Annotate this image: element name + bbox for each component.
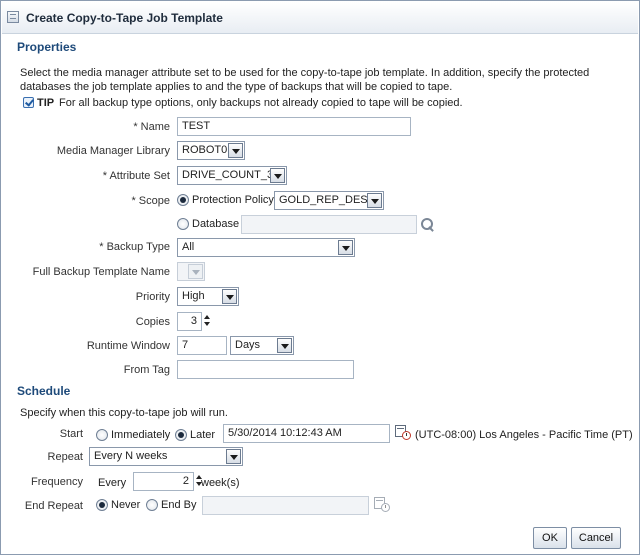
properties-description-line1: Select the media manager attribute set t… [20,67,590,79]
scope-protection-policy-radio[interactable] [177,194,189,206]
properties-description-line2: databases the job template applies to an… [20,81,453,93]
priority-label: Priority [135,291,170,303]
full-backup-template-select[interactable] [177,262,205,281]
backup-type-label: * Backup Type [99,241,170,253]
chevron-down-icon [367,193,382,208]
calendar-clock-icon [374,496,390,512]
ok-button[interactable]: OK [533,527,567,549]
start-immediately-radio[interactable] [96,429,108,441]
properties-heading: Properties [17,40,77,54]
media-manager-library-label: Media Manager Library [56,145,170,157]
copies-label: Copies [135,316,170,328]
runtime-window-unit-value: Days [235,339,261,351]
start-later-label: Later [190,429,216,441]
end-repeat-label: End Repeat [24,500,83,512]
name-label: * Name [133,121,170,133]
end-by-label: End By [161,499,197,511]
copies-field[interactable]: 3 [177,312,202,331]
chevron-down-icon [188,264,203,279]
start-immediately-label: Immediately [111,429,171,441]
copies-stepper[interactable] [203,313,212,329]
window-icon [7,11,19,23]
end-by-radio[interactable] [146,499,158,511]
media-manager-library-value: ROBOT0 [182,144,228,156]
chevron-down-icon [222,289,237,304]
repeat-value: Every N weeks [94,450,168,462]
end-by-field[interactable] [202,496,369,515]
tip-text: For all backup type options, only backup… [59,97,463,109]
end-never-label: Never [111,499,141,511]
from-tag-label: From Tag [123,364,170,376]
chevron-down-icon [270,168,285,183]
schedule-description: Specify when this copy-to-tape job will … [20,407,228,419]
chevron-down-icon [226,449,241,464]
scope-database-radio[interactable] [177,218,189,230]
full-backup-template-label: Full Backup Template Name [32,266,170,278]
create-copy-to-tape-dialog: Create Copy-to-Tape Job Template Propert… [0,0,640,555]
cancel-button[interactable]: Cancel [571,527,621,549]
end-never-radio[interactable] [96,499,108,511]
repeat-select[interactable]: Every N weeks [89,447,243,466]
frequency-every-label: Every [98,477,127,489]
from-tag-field[interactable] [177,360,354,379]
frequency-field[interactable]: 2 [133,472,194,491]
frequency-label: Frequency [31,476,83,488]
start-later-radio[interactable] [175,429,187,441]
start-datetime-field[interactable]: 5/30/2014 10:12:43 AM [223,424,390,443]
tip-icon [23,97,34,108]
media-manager-library-select[interactable]: ROBOT0 [177,141,245,160]
frequency-unit: week(s) [201,477,240,489]
attribute-set-select[interactable]: DRIVE_COUNT_3 [177,166,287,185]
chevron-down-icon [338,240,353,255]
timezone-text: (UTC-08:00) Los Angeles - Pacific Time (… [415,429,633,441]
calendar-clock-icon[interactable] [395,424,411,440]
name-field[interactable]: TEST [177,117,411,136]
tip-label: TIP [37,97,55,109]
protection-policy-value: GOLD_REP_DEST [279,194,375,206]
start-label: Start [59,428,83,440]
repeat-label: Repeat [47,451,83,463]
search-icon[interactable] [420,217,436,233]
database-field[interactable] [241,215,417,234]
dialog-title: Create Copy-to-Tape Job Template [26,11,223,25]
runtime-window-unit-select[interactable]: Days [230,336,294,355]
runtime-window-field[interactable]: 7 [177,336,227,355]
schedule-heading: Schedule [17,384,71,398]
protection-policy-select[interactable]: GOLD_REP_DEST [274,191,384,210]
backup-type-value: All [182,241,195,253]
scope-database-label: Database [192,218,240,230]
attribute-set-value: DRIVE_COUNT_3 [182,169,274,181]
runtime-window-label: Runtime Window [86,340,170,352]
scope-label: * Scope [131,195,170,207]
chevron-down-icon [228,143,243,158]
name-required-marker: * [133,121,138,133]
dialog-titlebar: Create Copy-to-Tape Job Template [2,2,638,34]
scope-protection-policy-label: Protection Policy [192,194,274,206]
priority-select[interactable]: High [177,287,239,306]
chevron-down-icon [277,338,292,353]
attribute-set-label: * Attribute Set [102,170,170,182]
backup-type-select[interactable]: All [177,238,355,257]
priority-value: High [182,290,205,302]
